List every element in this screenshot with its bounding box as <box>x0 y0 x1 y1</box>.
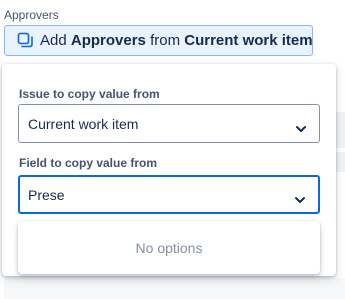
options-menu: No options <box>18 221 320 274</box>
chip-connector: from <box>150 32 181 49</box>
copy-icon <box>17 32 34 49</box>
issue-field-label: Issue to copy value from <box>19 87 160 101</box>
issue-select[interactable]: Current work item <box>18 104 320 143</box>
chevron-down-icon[interactable] <box>294 191 306 203</box>
chevron-down-icon[interactable] <box>295 120 307 132</box>
chip-prefix: Add <box>40 32 67 49</box>
page: Approvers Add Approvers from Current wor… <box>0 0 345 299</box>
field-search-input[interactable] <box>28 186 278 203</box>
backdrop-edge <box>336 112 345 148</box>
backdrop-edge <box>336 152 345 172</box>
copy-value-popup: Issue to copy value from Current work it… <box>2 64 336 276</box>
chip-field: Approvers <box>70 32 146 49</box>
section-label: Approvers <box>4 8 59 22</box>
copy-field-label: Field to copy value from <box>19 156 158 170</box>
field-select[interactable] <box>18 175 320 214</box>
backdrop-bottom <box>4 278 345 299</box>
chip-source: Current work item <box>184 32 313 49</box>
chip-text: Add Approvers from Current work item <box>40 32 313 49</box>
add-approvers-chip[interactable]: Add Approvers from Current work item <box>4 25 313 56</box>
no-options-text: No options <box>135 239 203 256</box>
issue-select-value: Current work item <box>28 115 139 132</box>
